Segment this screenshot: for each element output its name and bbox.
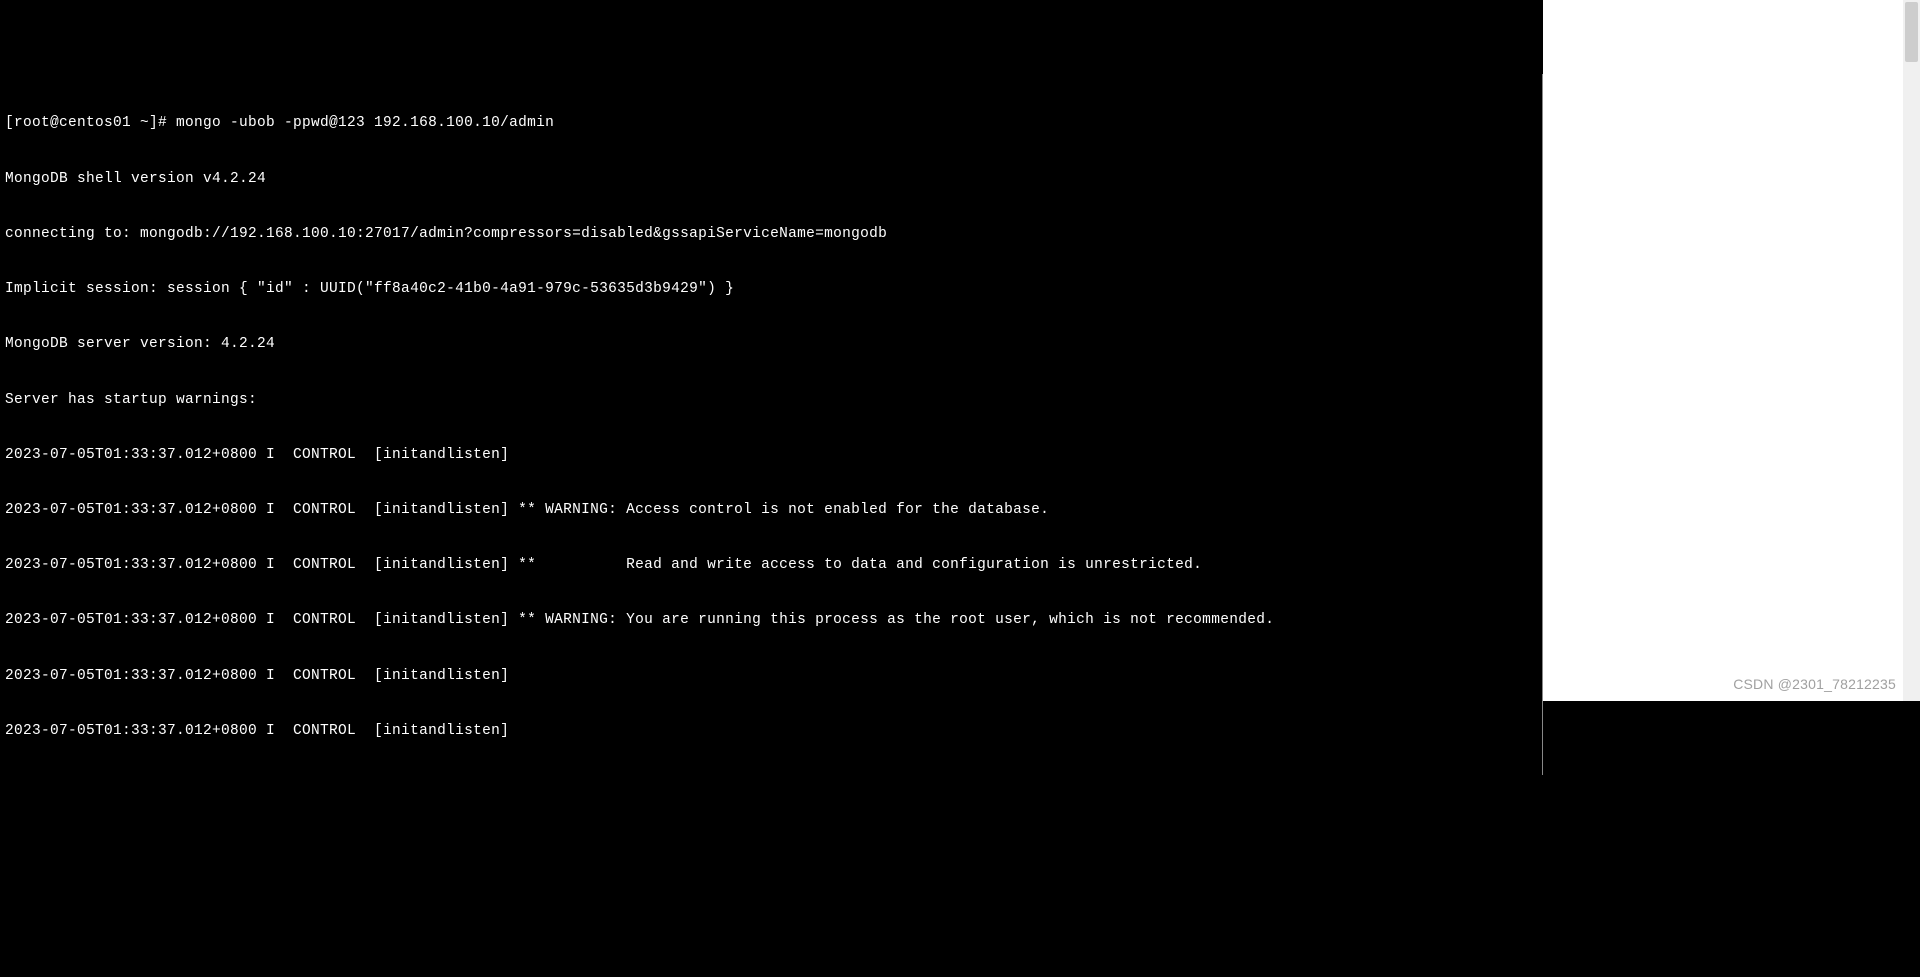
watermark-label: CSDN @2301_78212235: [1733, 675, 1896, 693]
output-line: Server has startup warnings:: [5, 391, 1537, 409]
scrollbar-thumb[interactable]: [1905, 2, 1918, 62]
output-line: 2023-07-05T01:33:37.012+0800 I CONTROL […: [5, 611, 1537, 629]
output-line: connecting to: mongodb://192.168.100.10:…: [5, 225, 1537, 243]
right-blank-area: [1543, 0, 1903, 701]
shell-prompt-line: [root@centos01 ~]# mongo -ubob -ppwd@123…: [5, 114, 1537, 132]
output-line: 2023-07-05T01:33:37.012+0800 I CONTROL […: [5, 556, 1537, 574]
output-line: 2023-07-05T01:33:37.012+0800 I CONTROL […: [5, 722, 1537, 740]
terminal-output-area[interactable]: [root@centos01 ~]# mongo -ubob -ppwd@123…: [0, 74, 1543, 775]
output-line: 2023-07-05T01:33:37.012+0800 I CONTROL […: [5, 667, 1537, 685]
output-line: MongoDB server version: 4.2.24: [5, 335, 1537, 353]
output-line: 2023-07-05T01:33:37.012+0800 I CONTROL […: [5, 501, 1537, 519]
vertical-scrollbar[interactable]: [1903, 0, 1920, 701]
output-line: 2023-07-05T01:33:37.012+0800 I CONTROL […: [5, 446, 1537, 464]
output-line: MongoDB shell version v4.2.24: [5, 170, 1537, 188]
output-line: Implicit session: session { "id" : UUID(…: [5, 280, 1537, 298]
